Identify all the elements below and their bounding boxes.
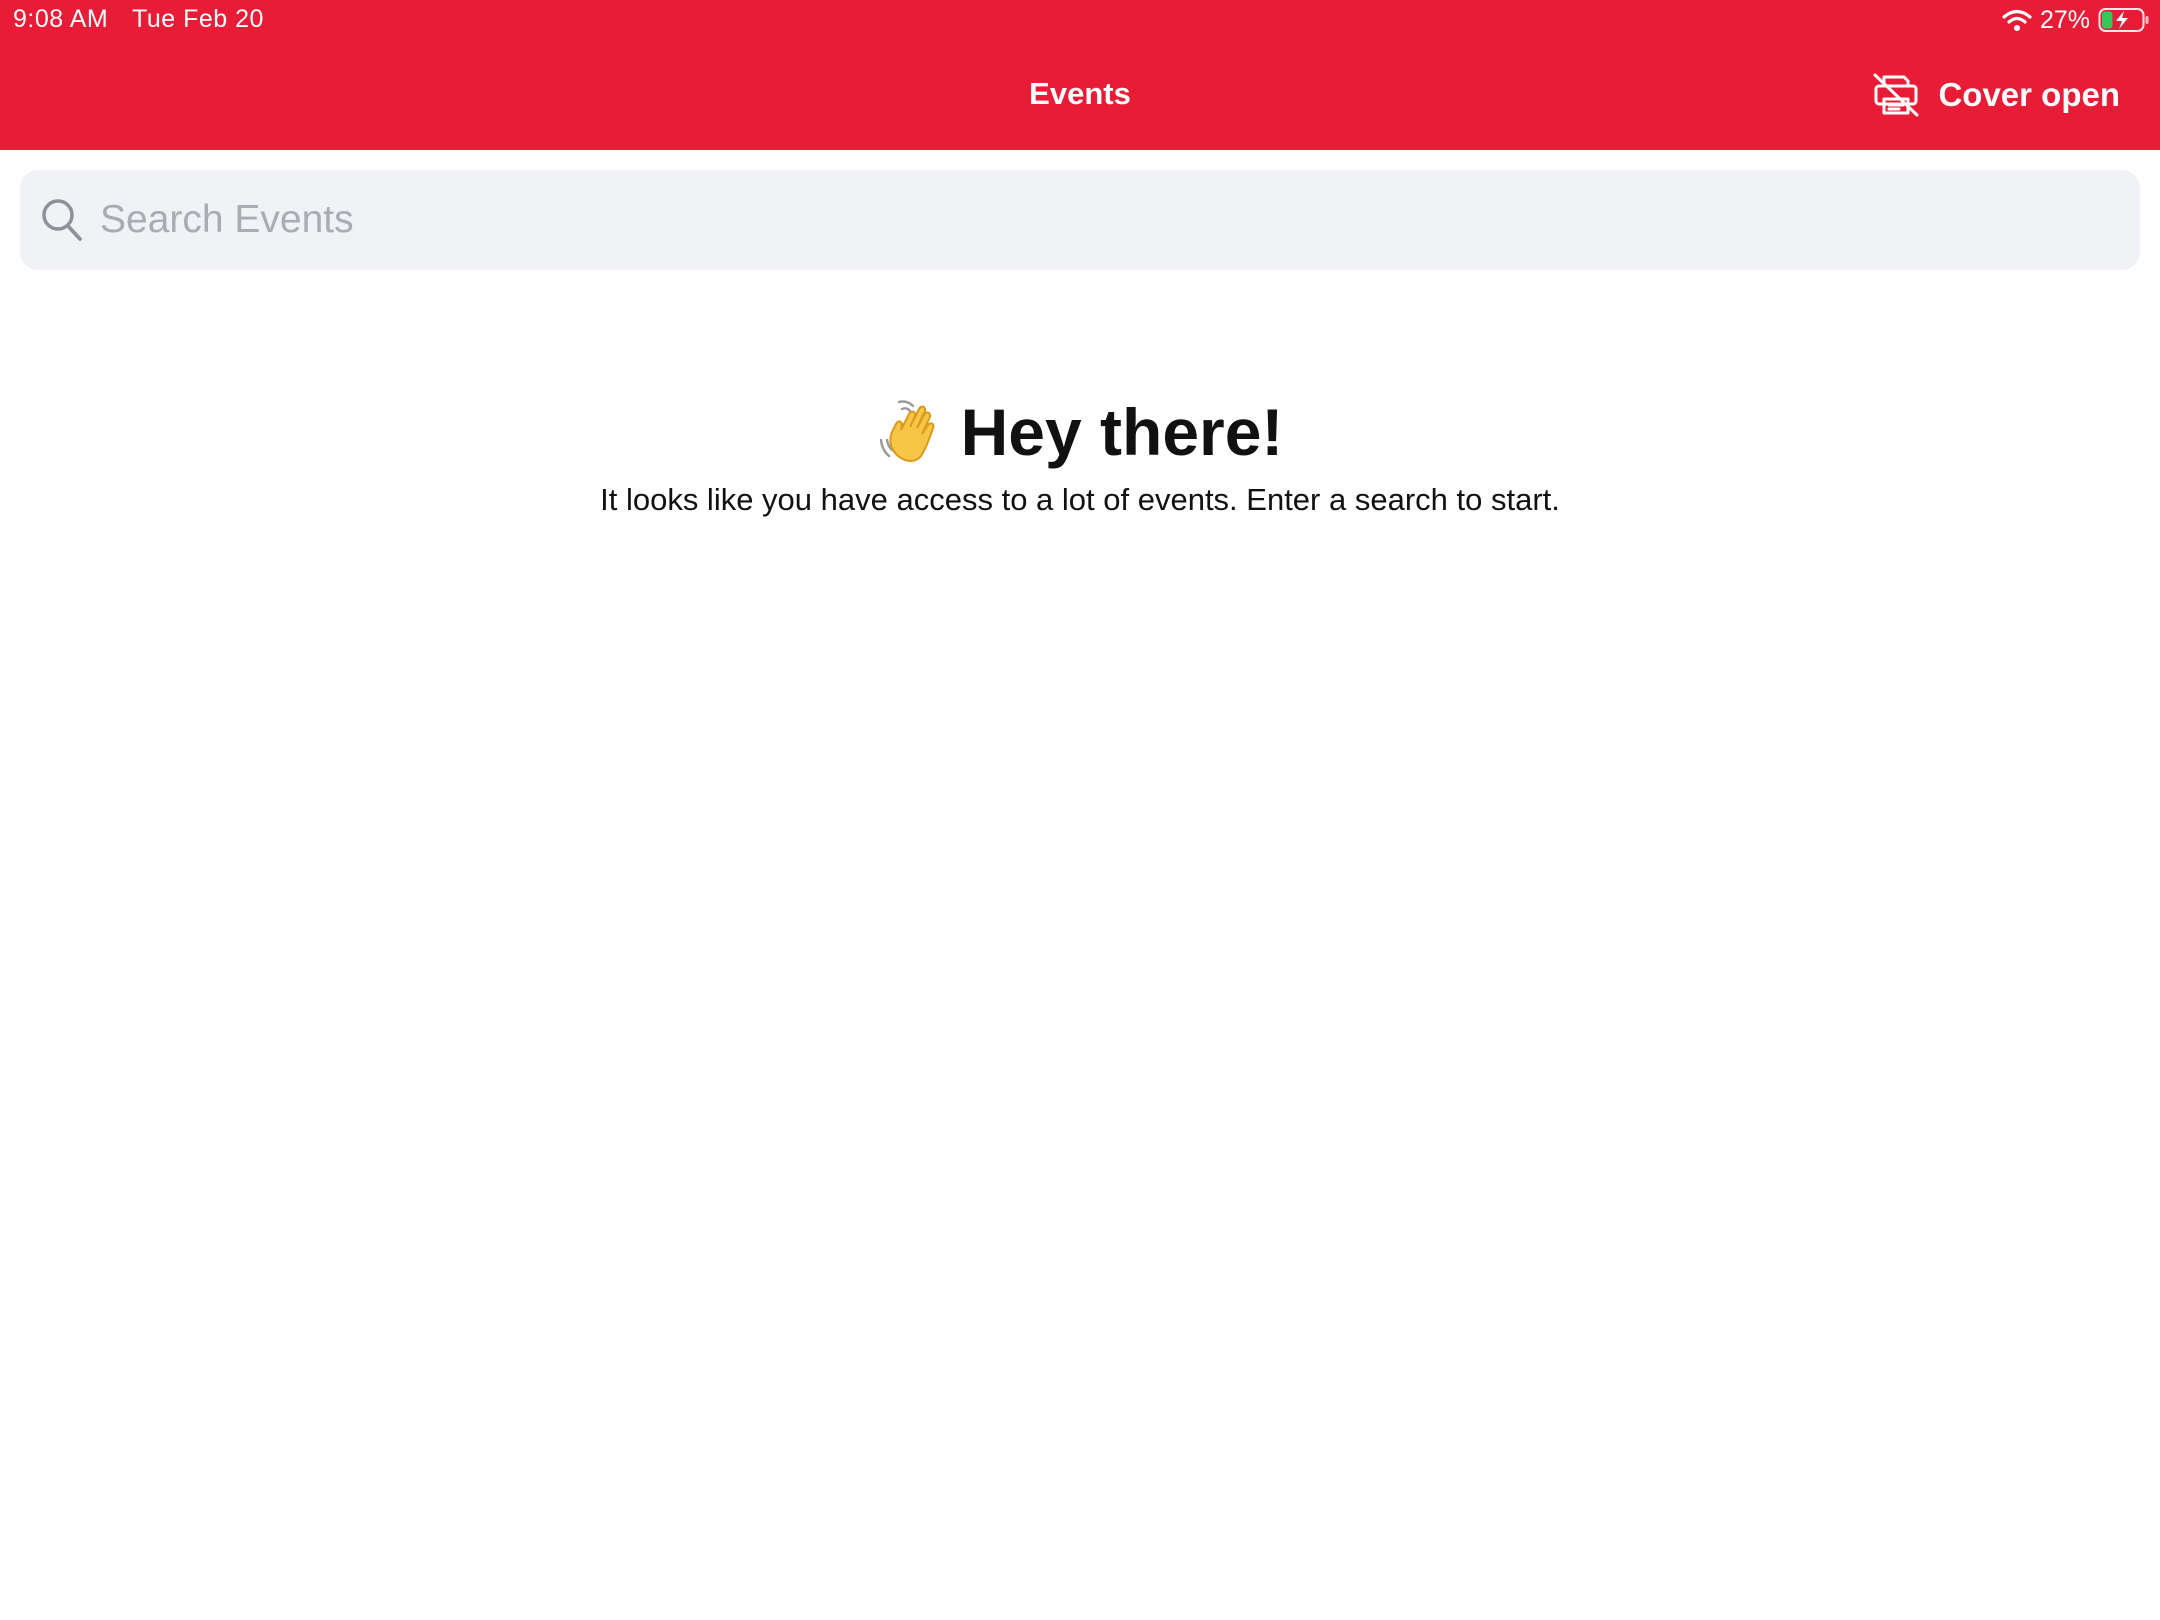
- status-time: 9:08 AM: [13, 5, 109, 33]
- wifi-icon: [2002, 9, 2032, 31]
- search-bar[interactable]: [20, 170, 2140, 270]
- empty-state-heading-row: Hey there!: [0, 392, 2160, 472]
- cover-open-label: Cover open: [1938, 76, 2120, 113]
- page-title: Events: [1029, 76, 1131, 111]
- battery-percent: 27%: [2039, 5, 2090, 34]
- empty-state-message: It looks like you have access to a lot o…: [600, 482, 1560, 517]
- printer-off-icon: [1873, 73, 1919, 117]
- status-date: Tue Feb 20: [132, 5, 264, 33]
- cover-open-button[interactable]: Cover open: [1872, 70, 2120, 120]
- empty-state-heading: Hey there!: [960, 395, 1284, 469]
- search-icon: [42, 199, 82, 241]
- waving-hand-icon: [879, 400, 935, 462]
- status-bar: 9:08 AM Tue Feb 20 27%: [0, 0, 2160, 40]
- empty-state: Hey there! It looks like you have access…: [0, 392, 2160, 518]
- status-indicators: 27%: [2002, 4, 2150, 36]
- top-bar: 9:08 AM Tue Feb 20 27% Events Cover open: [0, 0, 2160, 150]
- search-input[interactable]: [100, 170, 2120, 270]
- battery-charging-icon: [2098, 8, 2149, 32]
